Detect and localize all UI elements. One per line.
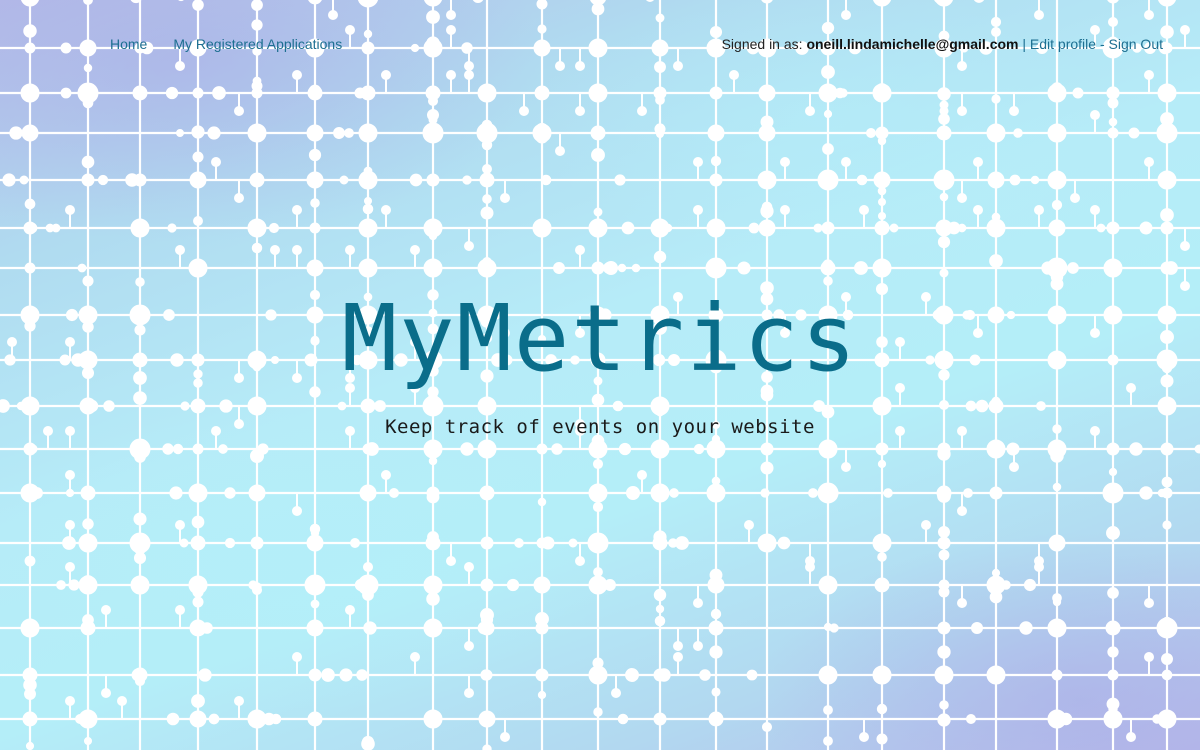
sign-out-link[interactable]: Sign Out [1109,36,1163,52]
nav-dash: - [1096,36,1109,52]
account-bar: Signed in as: oneill.lindamichelle@gmail… [722,36,1163,52]
primary-nav: Home My Registered Applications [110,36,342,52]
hero-subtitle: Keep track of events on your website [385,416,815,438]
nav-separator: | [1018,36,1030,52]
user-email: oneill.lindamichelle@gmail.com [806,36,1019,52]
nav-home-link[interactable]: Home [110,36,147,52]
nav-registered-apps-link[interactable]: My Registered Applications [173,36,342,52]
hero-title: MyMetrics [341,285,859,392]
edit-profile-link[interactable]: Edit profile [1030,36,1096,52]
signed-in-label: Signed in as: [721,36,807,52]
